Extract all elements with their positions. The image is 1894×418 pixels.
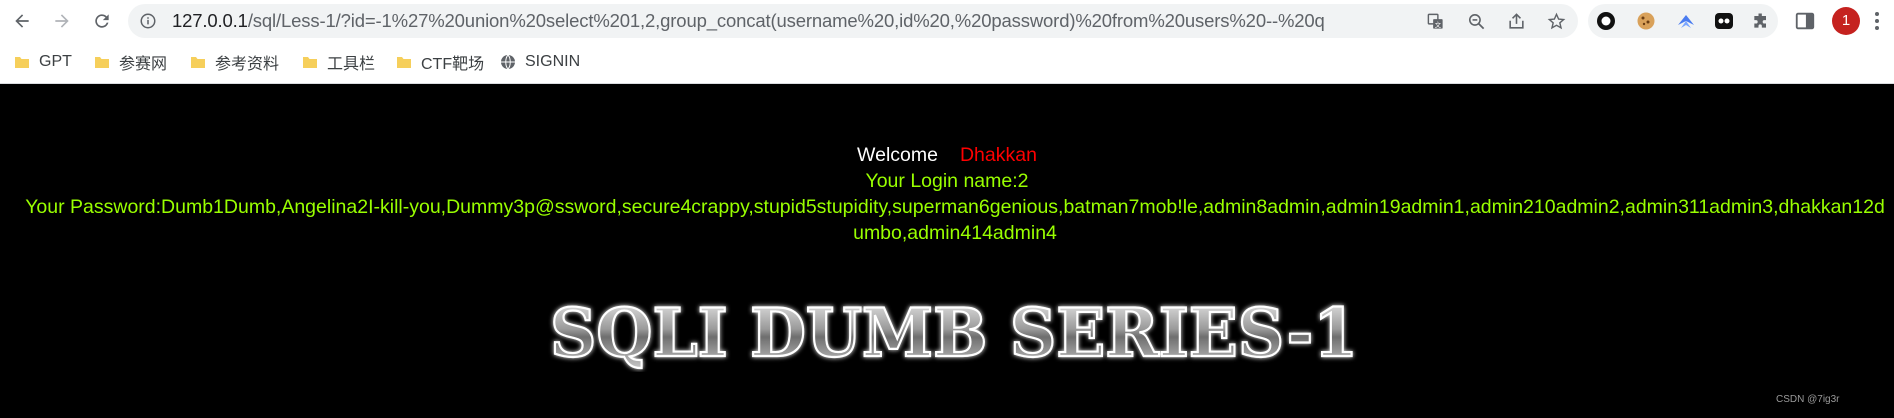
folder-icon: [303, 57, 317, 68]
bookmark-label: CTF靶场: [421, 56, 485, 73]
bookmark-signin[interactable]: SIGNIN: [500, 50, 580, 74]
back-button[interactable]: [8, 7, 36, 35]
browser-toolbar: 127.0.0.1/sql/Less-1/?id=-1%27%20union%2…: [0, 0, 1894, 42]
reload-icon: [95, 14, 109, 28]
url-host: 127.0.0.1: [172, 10, 248, 31]
kebab-menu-icon[interactable]: [1872, 10, 1882, 32]
login-name-line: Your Login name:2: [865, 170, 1029, 192]
page-content: Welcome Dhakkan Your Login name:2 Your Pa…: [0, 84, 1894, 418]
bookmarks-bar: GPT 参赛网 参考资料 工具栏 CTF靶场 SIGNIN: [0, 44, 1894, 80]
url-text[interactable]: 127.0.0.1/sql/Less-1/?id=-1%27%20union%2…: [172, 4, 1412, 38]
password-line: Your Password:Dumb1Dumb,Angelina2I-kill-…: [25, 196, 1885, 244]
bookmark-label: SIGNIN: [525, 53, 581, 70]
folder-icon: [397, 57, 411, 68]
info-icon[interactable]: [139, 12, 157, 30]
bookmark-gpt[interactable]: GPT: [14, 50, 72, 74]
welcome-line: Welcome Dhakkan: [0, 143, 1894, 167]
share-icon[interactable]: [1506, 11, 1526, 31]
credit-watermark: CSDN @7ig3r: [1776, 394, 1840, 405]
back-arrow-icon: [15, 14, 29, 28]
address-bar[interactable]: 127.0.0.1/sql/Less-1/?id=-1%27%20union%2…: [128, 4, 1578, 38]
translate-icon[interactable]: 文: [1425, 11, 1445, 31]
folder-icon: [191, 57, 205, 68]
browser-chrome: 127.0.0.1/sql/Less-1/?id=-1%27%20union%2…: [0, 0, 1894, 84]
folder-icon: [15, 57, 29, 68]
globe-icon: [501, 54, 515, 70]
extensions-puzzle-icon[interactable]: [1751, 11, 1771, 31]
bookmark-cankaoziliao[interactable]: 参考资料: [190, 50, 279, 74]
svg-text:文: 文: [1434, 20, 1441, 29]
reload-button[interactable]: [88, 7, 116, 35]
forward-button[interactable]: [48, 7, 76, 35]
side-panel-icon[interactable]: [1794, 10, 1816, 32]
welcome-name: Dhakkan: [959, 144, 1037, 166]
bookmark-star-icon[interactable]: [1546, 11, 1566, 31]
extension-circle-icon[interactable]: [1596, 11, 1616, 31]
url-path: /sql/Less-1/?id=-1%27%20union%20select%2…: [247, 10, 1325, 31]
zoom-icon[interactable]: [1466, 11, 1486, 31]
cookie-extension-icon[interactable]: [1636, 11, 1656, 31]
banner-text: SQLI DUMB SERIES-1: [550, 294, 1358, 372]
bookmark-label: GPT: [39, 53, 72, 70]
bookmark-label: 参赛网: [119, 56, 168, 73]
devtools-extension-icon[interactable]: [1714, 11, 1734, 31]
sqli-banner-logo: SQLI DUMB SERIES-1: [549, 293, 1359, 372]
swallow-extension-icon[interactable]: [1676, 11, 1696, 31]
profile-avatar[interactable]: 1: [1832, 7, 1860, 35]
bookmark-ctf[interactable]: CTF靶场: [396, 50, 484, 74]
folder-icon: [95, 57, 109, 68]
bookmark-label: 工具栏: [327, 56, 376, 73]
bookmark-cansaiwang[interactable]: 参赛网: [94, 50, 167, 74]
extensions-area: [1588, 4, 1778, 38]
bookmark-label: 参考资料: [215, 56, 280, 73]
bookmark-gongjulan[interactable]: 工具栏: [302, 50, 375, 74]
welcome-label: Welcome: [857, 144, 938, 166]
forward-arrow-icon: [55, 14, 69, 28]
